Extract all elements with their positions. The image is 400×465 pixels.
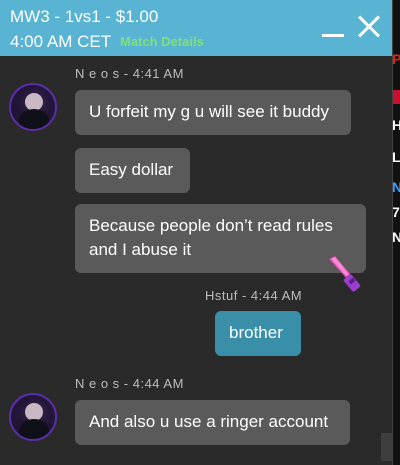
background-text: N <box>392 179 400 195</box>
match-title: MW3 - 1vs1 - $1.00 <box>10 7 159 26</box>
scrollbar-thumb[interactable] <box>381 433 392 461</box>
minimize-icon[interactable] <box>320 14 346 40</box>
avatar[interactable] <box>9 393 57 441</box>
match-details-link[interactable]: Match Details <box>120 34 204 49</box>
background-text: H <box>392 117 400 133</box>
background-text: L <box>392 149 400 165</box>
background-text: P <box>392 51 400 67</box>
background-text: N <box>392 229 400 245</box>
match-chat-window: MW3 - 1vs1 - $1.00 4:00 AM CET Match Det… <box>0 0 393 465</box>
message-sender-time: Hstuf - 4:44 AM <box>205 288 303 303</box>
message-sender-time: N e o s - 4:44 AM <box>75 376 184 391</box>
message-bubble: U forfeit my g u will see it buddy <box>75 90 351 135</box>
background-text: 7 <box>392 204 400 220</box>
message-bubble-own: brother <box>215 311 301 356</box>
close-icon[interactable] <box>356 14 382 40</box>
message-sender-time: N e o s - 4:41 AM <box>75 66 184 81</box>
chat-header: MW3 - 1vs1 - $1.00 4:00 AM CET Match Det… <box>0 0 392 56</box>
message-bubble: Because people don’t read rules and I ab… <box>75 204 366 273</box>
message-bubble: Easy dollar <box>75 148 190 193</box>
avatar[interactable] <box>9 83 57 131</box>
knife-sticker-icon <box>329 256 361 292</box>
match-time: 4:00 AM CET <box>10 32 112 51</box>
message-bubble: And also u use a ringer account <box>75 400 350 445</box>
